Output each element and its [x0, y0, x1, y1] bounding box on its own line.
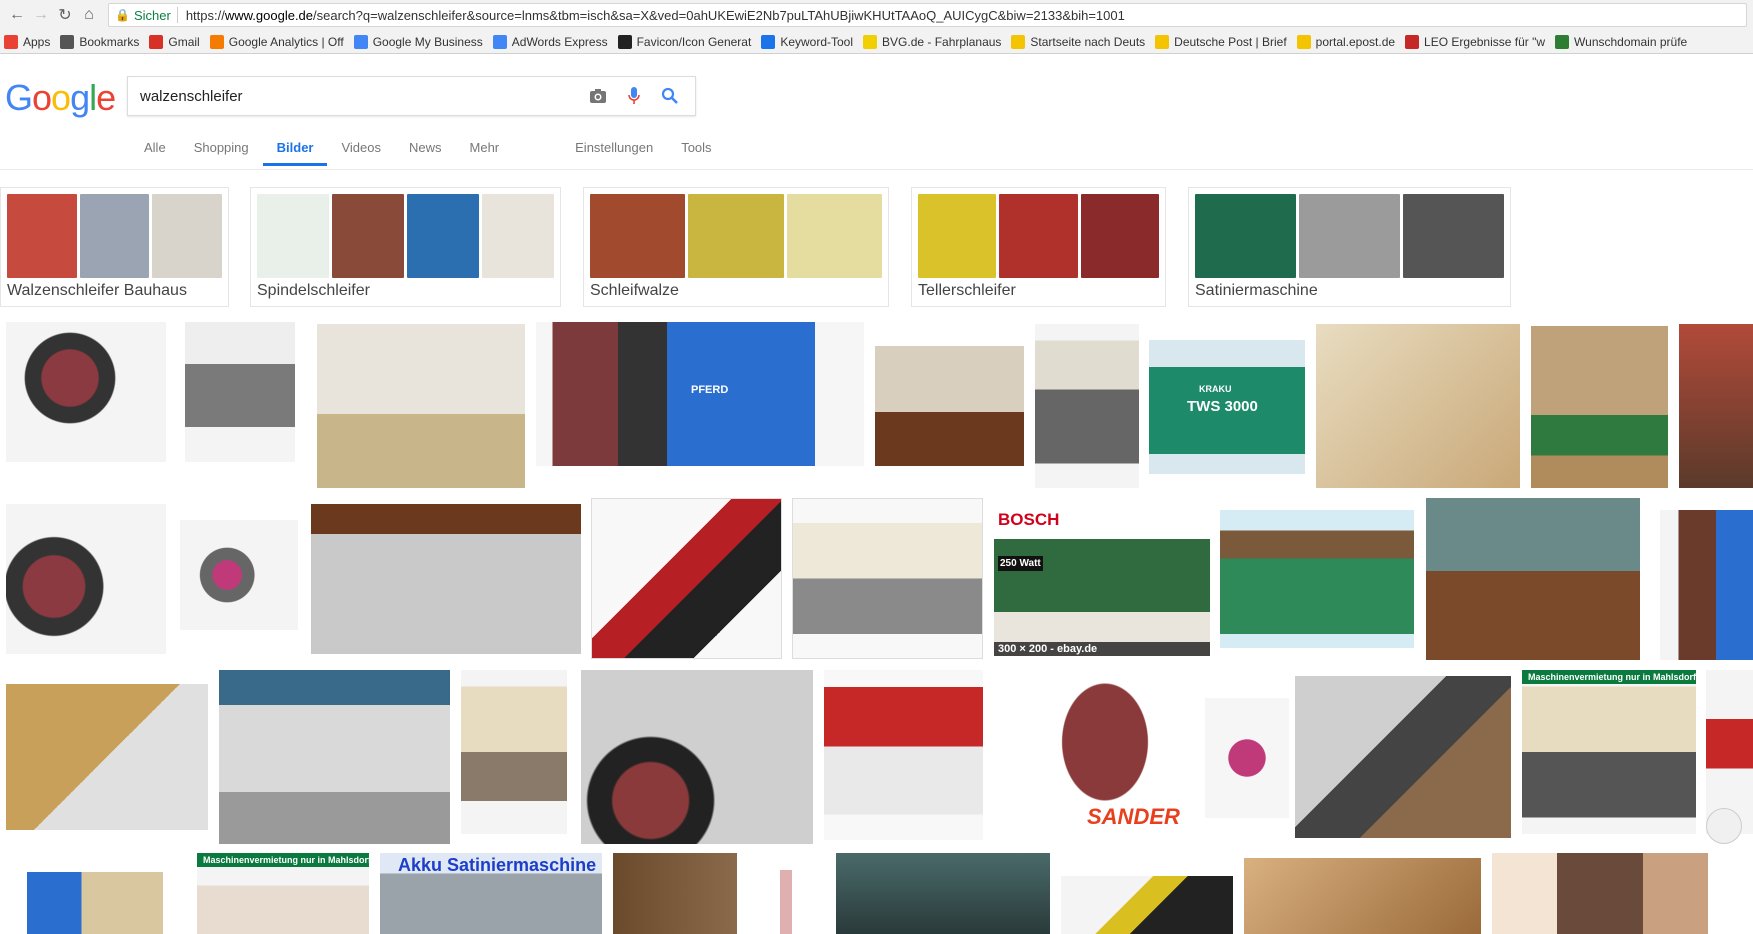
- wattage-label: 250 Watt: [998, 556, 1043, 571]
- image-result[interactable]: BOSCH 250 Watt 300 × 200 - ebay.de: [994, 510, 1210, 656]
- image-result[interactable]: [311, 504, 581, 654]
- tab-news[interactable]: News: [395, 130, 456, 166]
- tab-shopping[interactable]: Shopping: [180, 130, 263, 166]
- image-result[interactable]: [780, 870, 792, 934]
- rental-tag: Maschinenvermietung nur in Mahlsdorf: [1522, 670, 1696, 684]
- image-result[interactable]: [6, 504, 166, 654]
- tab-tools[interactable]: Tools: [667, 130, 725, 166]
- microphone-icon[interactable]: [621, 83, 647, 109]
- brand-label: SANDERS: [1087, 804, 1180, 829]
- search-tabs: Alle Shopping Bilder Videos News Mehr Ei…: [130, 130, 726, 166]
- image-result[interactable]: [1492, 853, 1708, 934]
- related-search-satiniermaschine[interactable]: Satiniermaschine: [1188, 187, 1511, 307]
- brand-label: BOSCH: [998, 510, 1060, 529]
- image-result[interactable]: [581, 670, 813, 844]
- image-result[interactable]: Maschinenvermietung nur in Mahlsdorf: [1522, 670, 1696, 834]
- search-input[interactable]: walzenschleifer: [140, 88, 575, 105]
- model-label: TWS 3000: [1187, 398, 1258, 415]
- image-result[interactable]: [461, 670, 567, 834]
- related-label: Spindelschleifer: [257, 282, 370, 299]
- image-result[interactable]: Akku Satiniermaschine: [380, 853, 602, 934]
- image-result[interactable]: [1679, 324, 1753, 488]
- image-result[interactable]: [836, 853, 1050, 934]
- tab-einstellungen[interactable]: Einstellungen: [561, 130, 667, 166]
- tab-bilder[interactable]: Bilder: [262, 130, 328, 166]
- brand-label: PFERD: [691, 384, 729, 396]
- related-search-walzenschleifer-bauhaus[interactable]: Walzenschleifer Bauhaus: [0, 187, 229, 307]
- image-result[interactable]: [1205, 698, 1289, 818]
- image-result[interactable]: SANDERS: [1030, 674, 1180, 844]
- related-search-spindelschleifer[interactable]: Spindelschleifer: [250, 187, 561, 307]
- feedback-icon[interactable]: [1706, 808, 1742, 844]
- image-result[interactable]: [1660, 510, 1753, 660]
- image-result[interactable]: [875, 346, 1024, 466]
- search-box[interactable]: walzenschleifer: [127, 76, 696, 116]
- camera-icon[interactable]: [585, 83, 611, 109]
- tab-videos[interactable]: Videos: [327, 130, 395, 166]
- related-label: Satiniermaschine: [1195, 282, 1318, 299]
- image-result[interactable]: [1244, 858, 1481, 934]
- related-thumbnails: [590, 194, 882, 278]
- image-result[interactable]: [613, 853, 737, 934]
- brand-label: KRAKU: [1199, 384, 1232, 394]
- image-result[interactable]: [1035, 324, 1139, 488]
- image-result[interactable]: [27, 872, 163, 934]
- related-thumbnails: [7, 194, 223, 278]
- image-results: Walzenschleifer Bauhaus Spindelschleifer…: [0, 170, 1753, 934]
- related-thumbnails: [257, 194, 554, 278]
- image-result[interactable]: [1220, 510, 1414, 648]
- product-label: Akku Satiniermaschine: [398, 855, 597, 875]
- google-header: Google walzenschleifer Alle Shopping Bil…: [0, 0, 1753, 170]
- image-result[interactable]: [824, 670, 983, 840]
- image-result[interactable]: [185, 322, 295, 462]
- related-search-schleifwalze[interactable]: Schleifwalze: [583, 187, 889, 307]
- search-icon[interactable]: [657, 83, 683, 109]
- image-result[interactable]: PFERD: [536, 322, 864, 466]
- rental-tag: Maschinenvermietung nur in Mahlsdorf: [197, 853, 369, 867]
- image-result[interactable]: [6, 684, 208, 830]
- related-thumbnails: [918, 194, 1159, 278]
- related-label: Walzenschleifer Bauhaus: [7, 282, 187, 299]
- image-result[interactable]: [1426, 498, 1640, 660]
- image-result[interactable]: [591, 498, 782, 659]
- image-result[interactable]: [1316, 324, 1520, 488]
- image-result[interactable]: [1295, 676, 1511, 838]
- related-label: Tellerschleifer: [918, 282, 1016, 299]
- image-result[interactable]: [792, 498, 983, 659]
- tab-alle[interactable]: Alle: [130, 130, 180, 166]
- image-result[interactable]: [1531, 326, 1668, 488]
- related-label: Schleifwalze: [590, 282, 679, 299]
- image-result[interactable]: [219, 670, 450, 844]
- image-result[interactable]: Maschinenvermietung nur in Mahlsdorf: [197, 853, 369, 934]
- image-dimensions: 300 × 200 - ebay.de: [994, 642, 1210, 656]
- image-result[interactable]: [317, 324, 525, 488]
- image-result[interactable]: KRAKU TWS 3000: [1149, 340, 1305, 474]
- google-logo[interactable]: Google: [5, 77, 116, 119]
- tab-mehr[interactable]: Mehr: [456, 130, 514, 166]
- related-search-tellerschleifer[interactable]: Tellerschleifer: [911, 187, 1166, 307]
- related-thumbnails: [1195, 194, 1504, 278]
- image-result[interactable]: [1061, 876, 1233, 934]
- image-result[interactable]: [180, 520, 298, 630]
- image-result[interactable]: [6, 322, 166, 462]
